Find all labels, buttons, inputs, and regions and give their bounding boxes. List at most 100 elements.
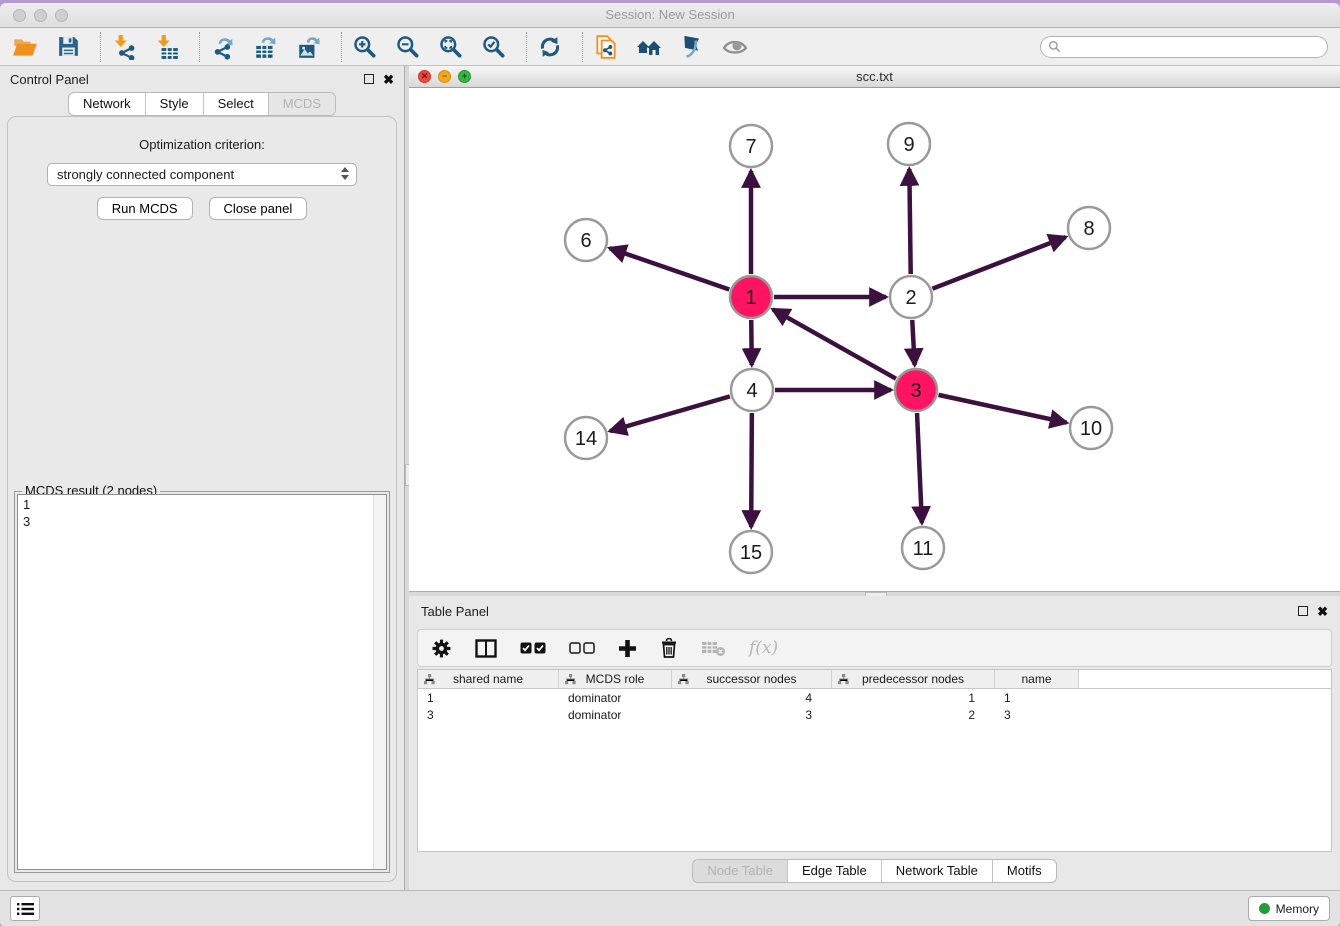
export-image-icon: [296, 34, 322, 60]
graph-node-label-4: 4: [746, 380, 757, 402]
cell-successor-nodes[interactable]: 3: [672, 708, 832, 722]
column-header-mcds-role[interactable]: MCDS role: [559, 670, 672, 688]
tab-mcds[interactable]: MCDS: [268, 93, 335, 115]
cell-successor-nodes[interactable]: 4: [672, 691, 832, 705]
import-network-button[interactable]: [111, 34, 137, 60]
mcds-result-textarea[interactable]: 1 3: [17, 494, 387, 870]
column-header-successor-nodes[interactable]: successor nodes: [672, 670, 832, 688]
column-header-predecessor-nodes[interactable]: predecessor nodes: [832, 670, 995, 688]
cell-shared-name[interactable]: 1: [418, 691, 559, 705]
control-panel-title: Control Panel: [10, 72, 89, 87]
network-view[interactable]: 1234678910111415: [409, 88, 1340, 591]
criterion-value: strongly connected component: [57, 167, 234, 182]
graph-edge-2-9[interactable]: [909, 169, 910, 274]
search-icon: [1048, 40, 1061, 53]
toolbar-separator: [341, 32, 342, 62]
cell-mcds-role[interactable]: dominator: [559, 691, 672, 705]
tab-motifs[interactable]: Motifs: [992, 860, 1056, 882]
houses-icon: [636, 34, 662, 60]
split-columns-icon: [475, 639, 497, 658]
float-panel-icon[interactable]: [1298, 606, 1308, 616]
column-header-shared-name[interactable]: shared name: [418, 670, 559, 688]
memory-label: Memory: [1276, 902, 1319, 916]
select-stepper-icon: [341, 167, 349, 180]
network-title: scc.txt: [409, 69, 1340, 84]
export-network-button[interactable]: [210, 34, 236, 60]
cell-predecessor-nodes[interactable]: 1: [832, 691, 995, 705]
cell-shared-name[interactable]: 3: [418, 708, 559, 722]
run-mcds-button[interactable]: Run MCDS: [97, 197, 193, 220]
zoom-selected-button[interactable]: [481, 34, 507, 60]
import-table-button[interactable]: [154, 34, 180, 60]
zoom-fit-button[interactable]: [438, 34, 464, 60]
create-column-button[interactable]: [618, 639, 637, 658]
hide-labels-button[interactable]: [679, 34, 705, 60]
mcds-panel: Optimization criterion: strongly connect…: [7, 116, 397, 882]
table-toolbar: f(x): [417, 629, 1332, 667]
graph-edge-2-8[interactable]: [932, 237, 1065, 289]
tab-network-table[interactable]: Network Table: [881, 860, 992, 882]
refresh-icon: [537, 34, 563, 60]
zoom-selected-icon: [481, 34, 507, 60]
tab-edge-table[interactable]: Edge Table: [787, 860, 881, 882]
graph-node-label-10: 10: [1080, 418, 1102, 440]
tab-select[interactable]: Select: [203, 93, 268, 115]
refresh-layout-button[interactable]: [537, 34, 563, 60]
select-all-columns-button[interactable]: [520, 642, 546, 654]
save-session-button[interactable]: [55, 34, 81, 60]
graph-edge-2-3[interactable]: [912, 320, 914, 365]
zoom-in-button[interactable]: [352, 34, 378, 60]
table-panel-title: Table Panel: [421, 604, 489, 619]
graph-edge-3-11[interactable]: [917, 413, 922, 523]
graph-edge-4-15[interactable]: [751, 413, 752, 527]
graph-node-label-2: 2: [905, 287, 916, 309]
cell-predecessor-nodes[interactable]: 2: [832, 708, 995, 722]
search-input[interactable]: [1065, 40, 1315, 54]
memory-button[interactable]: Memory: [1248, 896, 1330, 921]
cell-name[interactable]: 3: [995, 708, 1079, 722]
function-builder-button[interactable]: f(x): [749, 638, 778, 658]
graph-edge-3-1[interactable]: [773, 309, 896, 378]
table-row[interactable]: 1 dominator 4 1 1: [418, 689, 1331, 706]
right-area: ✕ − + scc.txt 1234678910111415 Table Pan…: [409, 66, 1340, 890]
float-panel-icon[interactable]: [364, 74, 374, 84]
cell-mcds-role[interactable]: dominator: [559, 708, 672, 722]
control-panel-tabs: Network Style Select MCDS: [68, 92, 336, 116]
close-panel-icon[interactable]: ✖: [383, 73, 394, 86]
cell-name[interactable]: 1: [995, 691, 1079, 705]
delete-table-button[interactable]: [701, 639, 726, 657]
node-table: shared name MCDS role successor nodes: [417, 669, 1332, 852]
criterion-select[interactable]: strongly connected component: [47, 163, 357, 186]
graph-edge-1-6[interactable]: [610, 248, 730, 289]
clone-network-button[interactable]: [593, 34, 619, 60]
zoom-out-button[interactable]: [395, 34, 421, 60]
delete-column-button[interactable]: [660, 638, 678, 658]
export-table-button[interactable]: [253, 34, 279, 60]
table-settings-button[interactable]: [431, 638, 452, 659]
tab-network[interactable]: Network: [69, 93, 145, 115]
result-line: 3: [23, 513, 381, 530]
app-titlebar[interactable]: Session: New Session: [0, 3, 1340, 28]
task-history-button[interactable]: [10, 896, 40, 921]
network-window: ✕ − + scc.txt 1234678910111415: [409, 66, 1340, 591]
graph-edge-4-14[interactable]: [610, 396, 730, 431]
network-titlebar[interactable]: ✕ − + scc.txt: [409, 66, 1340, 88]
graph-edge-3-10[interactable]: [938, 395, 1066, 423]
close-panel-icon[interactable]: ✖: [1317, 605, 1328, 618]
bird-eye-view-button[interactable]: [722, 34, 748, 60]
search-box[interactable]: [1040, 36, 1328, 58]
export-image-button[interactable]: [296, 34, 322, 60]
column-layout-button[interactable]: [475, 639, 497, 658]
table-row[interactable]: 3 dominator 3 2 3: [418, 706, 1331, 723]
tab-style[interactable]: Style: [145, 93, 203, 115]
result-scrollbar[interactable]: [373, 495, 386, 869]
show-all-networks-button[interactable]: [636, 34, 662, 60]
open-session-button[interactable]: [12, 34, 38, 60]
column-header-name[interactable]: name: [995, 670, 1079, 688]
graph-node-label-14: 14: [575, 428, 597, 450]
unselect-all-columns-button[interactable]: [569, 642, 595, 654]
tab-node-table[interactable]: Node Table: [693, 860, 787, 882]
close-panel-button[interactable]: Close panel: [209, 197, 308, 220]
hierarchy-icon: [565, 674, 576, 688]
import-table-icon: [154, 34, 180, 60]
